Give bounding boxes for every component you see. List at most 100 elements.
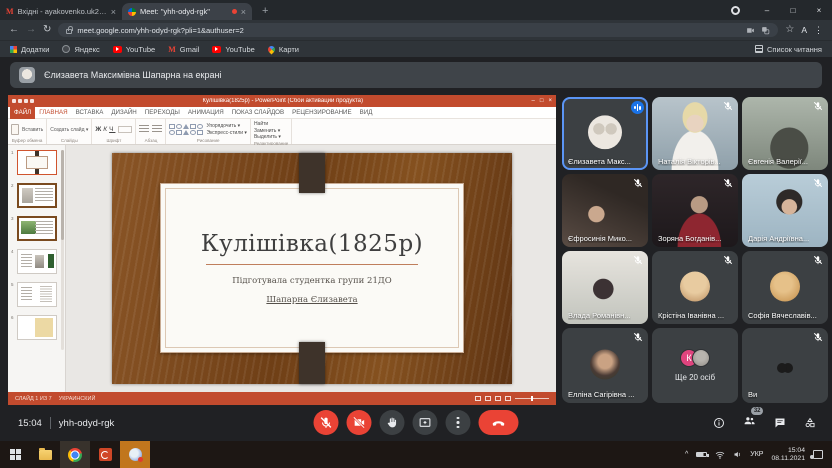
volume-icon[interactable] <box>733 450 742 459</box>
yandex-icon <box>62 45 70 53</box>
bookmark-gmail[interactable]: MGmail <box>168 45 199 54</box>
close-button[interactable]: × <box>806 6 832 15</box>
ppt-tab-design[interactable]: ДИЗАЙН <box>107 107 140 119</box>
end-call-button[interactable] <box>479 410 519 435</box>
bookmark-label: YouTube <box>225 45 254 54</box>
slide-thumbnail-6[interactable]: 6 <box>11 315 57 340</box>
status-language[interactable]: УКРАИНСКИЙ <box>59 396 96 402</box>
forward-button[interactable]: → <box>26 25 36 35</box>
tab-close-icon[interactable]: × <box>241 7 246 17</box>
new-tab-button[interactable]: + <box>262 5 268 17</box>
file-explorer-button[interactable] <box>30 441 60 468</box>
camera-permission-icon[interactable] <box>746 26 755 35</box>
bookmark-youtube[interactable]: YouTube <box>113 45 155 54</box>
address-bar[interactable]: meet.google.com/yhh-odyd-rgk?pli=1&authu… <box>58 23 778 37</box>
present-button[interactable] <box>413 410 438 435</box>
profile-avatar[interactable]: A <box>801 25 807 35</box>
chat-icon[interactable] <box>774 417 786 429</box>
bookmark-youtube-2[interactable]: YouTube <box>212 45 254 54</box>
thumbnail-scrollbar[interactable] <box>61 150 64 350</box>
slide-thumbnail-2[interactable]: 2 <box>11 183 57 208</box>
raise-hand-button[interactable] <box>380 410 405 435</box>
tile-natalia[interactable]: Наталія Вікторів... <box>652 97 738 170</box>
powerpoint-icon <box>99 448 112 461</box>
tab-meet[interactable]: Meet: "yhh-odyd-rgk" × <box>122 3 252 20</box>
wifi-icon[interactable] <box>715 451 725 459</box>
underline-button[interactable]: Ч <box>109 126 115 133</box>
chrome-taskbar-button[interactable] <box>60 441 90 468</box>
media-controls-icon[interactable] <box>731 6 740 15</box>
paste-icon[interactable] <box>11 124 19 135</box>
sorter-view-icon[interactable] <box>485 396 491 401</box>
bookmark-maps[interactable]: Карти <box>268 45 299 54</box>
slide-thumbnail-4[interactable]: 4 <box>11 249 57 274</box>
maximize-button[interactable]: □ <box>780 6 806 15</box>
tile-evgenia[interactable]: Євгенія Валерії... <box>742 97 828 170</box>
bookmark-label: Яндекс <box>74 45 99 54</box>
more-options-button[interactable] <box>446 410 471 435</box>
quick-styles-button[interactable]: Экспресс-стили ▾ <box>206 130 246 137</box>
reading-view-icon[interactable] <box>495 396 501 401</box>
tile-zoryana[interactable]: Зоряна Богданів... <box>652 174 738 247</box>
align-icon[interactable] <box>152 125 162 134</box>
bookmark-yandex[interactable]: Яндекс <box>62 45 99 54</box>
tile-efrosynia[interactable]: Єфросинія Мико... <box>562 174 648 247</box>
ppt-tab-home[interactable]: ГЛАВНАЯ <box>35 107 71 119</box>
info-icon[interactable] <box>713 417 725 429</box>
ppt-minimize[interactable]: – <box>532 98 535 104</box>
slideshow-view-icon[interactable] <box>505 396 511 401</box>
bookmark-apps[interactable]: Додатки <box>10 45 49 54</box>
battery-icon[interactable] <box>696 452 707 457</box>
slide-thumbnail-5[interactable]: 5 <box>11 282 57 307</box>
current-slide[interactable]: Кулішівка(1825р) Підготувала студентка г… <box>112 153 512 384</box>
meeting-info: 15:04 yhh-odyd-rgk <box>18 405 114 441</box>
ppt-tab-file[interactable]: ФАЙЛ <box>10 107 35 119</box>
tray-expand-caret[interactable]: ^ <box>685 451 688 458</box>
tile-you[interactable]: Ви <box>742 328 828 403</box>
bookmark-star-icon[interactable]: ☆ <box>785 25 794 35</box>
translate-icon[interactable] <box>761 26 770 35</box>
ppt-close[interactable]: × <box>548 98 552 104</box>
language-indicator[interactable]: УКР <box>750 451 763 458</box>
ppt-tab-transitions[interactable]: ПЕРЕХОДЫ <box>141 107 184 119</box>
paste-label[interactable]: Вставить <box>22 127 43 133</box>
camera-off-button[interactable] <box>347 410 372 435</box>
normal-view-icon[interactable] <box>475 396 481 401</box>
zoom-slider[interactable] <box>515 398 549 399</box>
tile-daria[interactable]: Дарія Андріївна... <box>742 174 828 247</box>
browser-menu-icon[interactable]: ⋮ <box>814 25 823 36</box>
reading-list-button[interactable]: Список читання <box>755 45 822 54</box>
tile-kristina[interactable]: Крістіна Іванівна ... <box>652 251 738 324</box>
participants-button[interactable]: 32 <box>743 414 756 432</box>
minimize-button[interactable]: – <box>754 6 780 15</box>
powerpoint-taskbar-button[interactable] <box>90 441 120 468</box>
quick-access-toolbar[interactable] <box>12 99 34 103</box>
tile-sofia[interactable]: Софія Вячеславів... <box>742 251 828 324</box>
activities-icon[interactable] <box>804 417 816 429</box>
ppt-tab-slideshow[interactable]: ПОКАЗ СЛАЙДОВ <box>228 107 288 119</box>
ppt-tab-view[interactable]: ВИД <box>356 107 377 119</box>
ppt-tab-review[interactable]: РЕЦЕНЗИРОВАНИЕ <box>288 107 356 119</box>
tab-gmail[interactable]: M Вхідні - ayakovenko.uk20@kub × <box>0 3 122 20</box>
notifying-app-button[interactable] <box>120 441 150 468</box>
tile-ellina[interactable]: Елліна Сагірівна ... <box>562 328 648 403</box>
ppt-tab-insert[interactable]: ВСТАВКА <box>72 107 108 119</box>
start-button[interactable] <box>0 441 30 468</box>
slide-thumbnail-3[interactable]: 3 <box>11 216 57 241</box>
tile-elyzaveta[interactable]: Єлизавета Макс... <box>562 97 648 170</box>
slide-thumbnail-1[interactable]: 1 <box>11 150 57 175</box>
back-button[interactable]: ← <box>9 25 19 35</box>
tile-vlada[interactable]: Влада Романівн... <box>562 251 648 324</box>
tab-close-icon[interactable]: × <box>111 7 116 17</box>
reload-button[interactable]: ↻ <box>43 25 51 35</box>
tray-clock[interactable]: 15:04 08.11.2021 <box>771 447 805 463</box>
bullet-list-icon[interactable] <box>139 125 149 134</box>
tile-overflow[interactable]: К Ще 20 осіб <box>652 328 738 403</box>
ppt-tab-animations[interactable]: АНИМАЦИЯ <box>184 107 228 119</box>
ppt-maximize[interactable]: □ <box>540 98 544 104</box>
new-slide-button[interactable]: Создать слайд ▾ <box>50 127 88 133</box>
mic-off-button[interactable] <box>314 410 339 435</box>
font-size-box[interactable] <box>118 126 132 133</box>
notification-center-icon[interactable] <box>813 450 823 459</box>
shapes-gallery[interactable] <box>169 124 203 135</box>
